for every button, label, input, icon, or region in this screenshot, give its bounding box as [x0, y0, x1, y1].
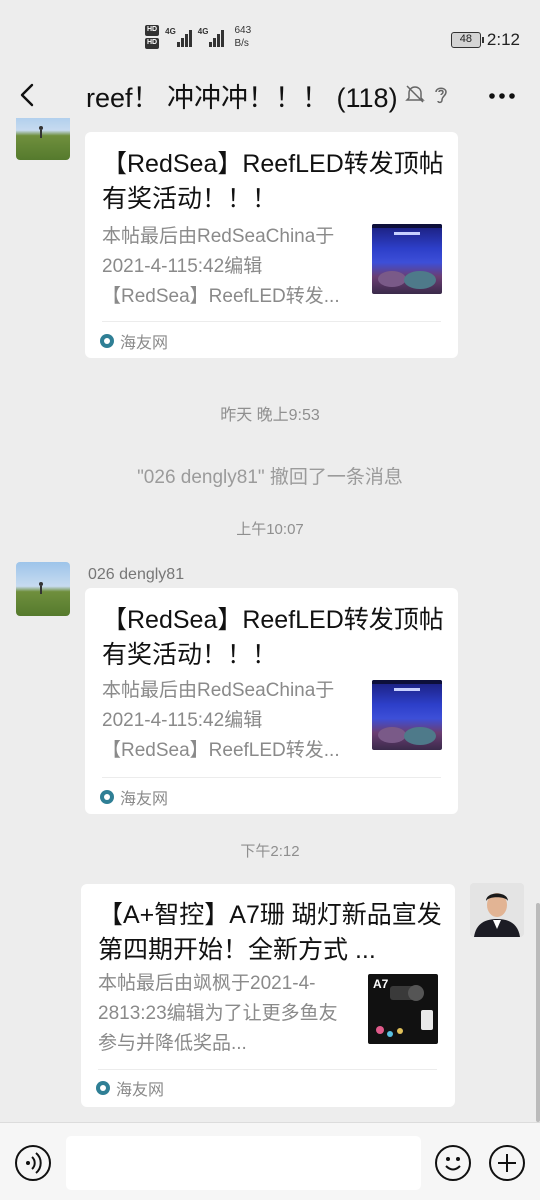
network-type-1: 4G: [165, 27, 176, 36]
timestamp: 昨天 晚上9:53: [220, 407, 320, 424]
voice-icon: [26, 1152, 42, 1174]
thumbnail-label: A7: [373, 977, 389, 991]
network-type-2: 4G: [197, 27, 209, 36]
emoji-icon: [445, 1157, 461, 1171]
card-divider: [102, 777, 441, 778]
card-source-label: 海友网: [120, 791, 169, 808]
emoji-button[interactable]: [435, 1145, 471, 1181]
card-description: 本帖最后由RedSeaChina于2021-4-115:42编辑【RedSea】…: [102, 680, 340, 761]
card-source: 海友网: [100, 785, 168, 809]
card-thumbnail-image: A7: [368, 974, 438, 1044]
signal-1-icon: 4G: [165, 27, 192, 47]
card-source: 海友网: [96, 1076, 164, 1100]
hd-badge-1: HD: [145, 25, 160, 36]
status-left-cluster: HD HD 4G 4G 643 B/s: [145, 24, 251, 50]
message-input[interactable]: [66, 1136, 421, 1190]
timestamp: 下午2:12: [240, 843, 300, 860]
timestamp: 上午10:07: [236, 521, 304, 538]
card-title: 【A+智控】A7珊 瑚灯新品宣发 第四期开始！全新方式 ...: [98, 901, 442, 964]
more-dots-icon[interactable]: [488, 92, 516, 100]
card-divider: [102, 321, 441, 322]
status-clock: 2:12: [486, 30, 520, 49]
card-thumbnail-image: [372, 224, 442, 294]
avatar[interactable]: [16, 562, 70, 616]
ear-icon: [435, 87, 447, 104]
link-card[interactable]: 【RedSea】ReefLED转发顶帖有奖活动！！！ 本帖最后由RedSeaCh…: [85, 588, 458, 814]
card-divider: [98, 1069, 437, 1070]
battery-icon: 48: [450, 32, 484, 48]
network-speed-value: 643: [234, 25, 252, 36]
network-speed: 643 B/s: [234, 24, 251, 50]
hd-indicators: HD HD: [145, 25, 160, 49]
status-bar: HD HD 4G 4G 643 B/s 48 2:12: [0, 0, 540, 72]
network-speed-unit: B/s: [234, 38, 249, 49]
back-arrow-icon[interactable]: [14, 80, 44, 110]
card-description: 本帖最后由飒枫于2021-4-2813:23编辑为了让更多鱼友参与并降低奖品..…: [98, 973, 338, 1054]
avatar[interactable]: [16, 118, 70, 160]
input-bar: [0, 1122, 540, 1200]
card-title: 【RedSea】ReefLED转发顶帖有奖活动！！！: [102, 150, 444, 213]
sender-name: 026 dengly81: [88, 566, 185, 583]
chat-title: reef！ 冲冲冲！！！ (118): [86, 83, 398, 113]
card-source-label: 海友网: [120, 335, 169, 352]
chat-header: reef！ 冲冲冲！！！ (118): [0, 72, 540, 118]
card-title: 【RedSea】ReefLED转发顶帖有奖活动！！！: [102, 606, 444, 669]
link-card[interactable]: 【A+智控】A7珊 瑚灯新品宣发 第四期开始！全新方式 ... 本帖最后由飒枫于…: [81, 884, 455, 1107]
source-logo-icon: [100, 790, 114, 804]
card-source: 海友网: [100, 329, 168, 353]
card-source-label: 海友网: [116, 1082, 165, 1099]
signal-2-icon: 4G: [198, 27, 225, 47]
source-logo-icon: [100, 334, 114, 348]
mute-bell-icon: [405, 85, 425, 103]
recall-notice: "026 dengly81" 撤回了一条消息: [137, 467, 403, 488]
voice-button[interactable]: [15, 1145, 51, 1181]
card-thumbnail-image: [372, 680, 442, 750]
avatar[interactable]: [470, 883, 524, 937]
scrollbar[interactable]: [536, 903, 540, 1122]
status-right-cluster: 48 2:12: [450, 30, 520, 50]
card-description: 本帖最后由RedSeaChina于2021-4-115:42编辑【RedSea】…: [102, 226, 340, 307]
more-actions-button[interactable]: [489, 1145, 525, 1181]
hd-badge-2: HD: [145, 38, 160, 49]
link-card[interactable]: 【RedSea】ReefLED转发顶帖有奖活动！！！ 本帖最后由RedSeaCh…: [85, 132, 458, 358]
source-logo-icon: [96, 1081, 110, 1095]
plus-icon: [498, 1154, 516, 1172]
chat-message-list[interactable]: 【RedSea】ReefLED转发顶帖有奖活动！！！ 本帖最后由RedSeaCh…: [0, 118, 540, 1122]
